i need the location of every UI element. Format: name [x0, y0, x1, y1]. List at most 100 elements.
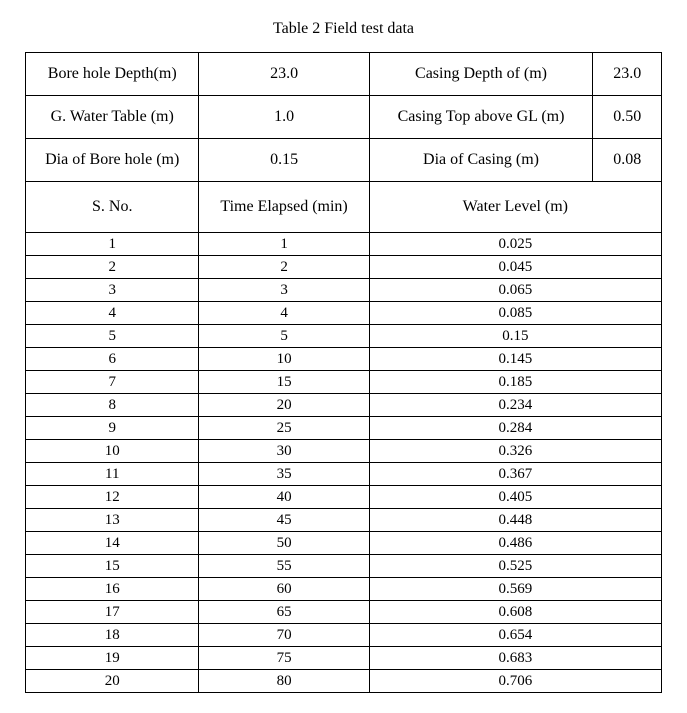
table-row: 9250.284	[26, 417, 662, 440]
cell-level: 0.234	[369, 394, 661, 417]
table-row: 550.15	[26, 325, 662, 348]
meta-label: Bore hole Depth(m)	[26, 53, 199, 96]
cell-sno: 4	[26, 302, 199, 325]
meta-label2: Dia of Casing (m)	[369, 139, 593, 182]
cell-time: 10	[199, 348, 369, 371]
cell-sno: 20	[26, 670, 199, 693]
table-row: 17650.608	[26, 601, 662, 624]
table-row: 110.025	[26, 233, 662, 256]
cell-level: 0.486	[369, 532, 661, 555]
cell-level: 0.15	[369, 325, 661, 348]
table-title: Table 2 Field test data	[25, 20, 662, 38]
cell-sno: 15	[26, 555, 199, 578]
cell-sno: 5	[26, 325, 199, 348]
cell-time: 3	[199, 279, 369, 302]
meta-label: Dia of Bore hole (m)	[26, 139, 199, 182]
table-row: 7150.185	[26, 371, 662, 394]
meta-label2: Casing Depth of (m)	[369, 53, 593, 96]
cell-level: 0.683	[369, 647, 661, 670]
cell-level: 0.065	[369, 279, 661, 302]
meta-row: Dia of Bore hole (m) 0.15 Dia of Casing …	[26, 139, 662, 182]
cell-time: 75	[199, 647, 369, 670]
table-row: 13450.448	[26, 509, 662, 532]
cell-level: 0.654	[369, 624, 661, 647]
meta-value2: 23.0	[593, 53, 662, 96]
column-header-row: S. No. Time Elapsed (min) Water Level (m…	[26, 182, 662, 233]
cell-sno: 19	[26, 647, 199, 670]
cell-sno: 14	[26, 532, 199, 555]
cell-sno: 8	[26, 394, 199, 417]
table-row: 12400.405	[26, 486, 662, 509]
cell-level: 0.448	[369, 509, 661, 532]
cell-time: 45	[199, 509, 369, 532]
cell-time: 80	[199, 670, 369, 693]
meta-value: 0.15	[199, 139, 369, 182]
cell-time: 70	[199, 624, 369, 647]
cell-sno: 12	[26, 486, 199, 509]
cell-time: 40	[199, 486, 369, 509]
cell-sno: 17	[26, 601, 199, 624]
cell-sno: 10	[26, 440, 199, 463]
field-test-table: Bore hole Depth(m) 23.0 Casing Depth of …	[25, 52, 662, 693]
meta-value2: 0.50	[593, 96, 662, 139]
table-row: 18700.654	[26, 624, 662, 647]
cell-sno: 9	[26, 417, 199, 440]
cell-level: 0.185	[369, 371, 661, 394]
cell-level: 0.405	[369, 486, 661, 509]
cell-time: 65	[199, 601, 369, 624]
cell-level: 0.525	[369, 555, 661, 578]
col-header-sno: S. No.	[26, 182, 199, 233]
table-row: 15550.525	[26, 555, 662, 578]
table-row: 8200.234	[26, 394, 662, 417]
cell-level: 0.045	[369, 256, 661, 279]
table-row: 20800.706	[26, 670, 662, 693]
cell-sno: 16	[26, 578, 199, 601]
cell-time: 50	[199, 532, 369, 555]
cell-level: 0.145	[369, 348, 661, 371]
cell-time: 25	[199, 417, 369, 440]
cell-level: 0.085	[369, 302, 661, 325]
table-row: 440.085	[26, 302, 662, 325]
cell-level: 0.569	[369, 578, 661, 601]
cell-level: 0.025	[369, 233, 661, 256]
cell-level: 0.284	[369, 417, 661, 440]
meta-row: Bore hole Depth(m) 23.0 Casing Depth of …	[26, 53, 662, 96]
meta-label: G. Water Table (m)	[26, 96, 199, 139]
meta-label2: Casing Top above GL (m)	[369, 96, 593, 139]
col-header-time: Time Elapsed (min)	[199, 182, 369, 233]
cell-sno: 3	[26, 279, 199, 302]
table-row: 220.045	[26, 256, 662, 279]
meta-row: G. Water Table (m) 1.0 Casing Top above …	[26, 96, 662, 139]
cell-sno: 13	[26, 509, 199, 532]
table-row: 330.065	[26, 279, 662, 302]
cell-time: 35	[199, 463, 369, 486]
cell-level: 0.706	[369, 670, 661, 693]
meta-value: 23.0	[199, 53, 369, 96]
table-row: 14500.486	[26, 532, 662, 555]
cell-time: 20	[199, 394, 369, 417]
cell-level: 0.326	[369, 440, 661, 463]
cell-time: 60	[199, 578, 369, 601]
cell-time: 30	[199, 440, 369, 463]
table-row: 11350.367	[26, 463, 662, 486]
cell-sno: 11	[26, 463, 199, 486]
cell-sno: 2	[26, 256, 199, 279]
meta-value: 1.0	[199, 96, 369, 139]
cell-level: 0.367	[369, 463, 661, 486]
table-row: 16600.569	[26, 578, 662, 601]
cell-time: 5	[199, 325, 369, 348]
cell-time: 15	[199, 371, 369, 394]
table-row: 10300.326	[26, 440, 662, 463]
table-row: 19750.683	[26, 647, 662, 670]
meta-value2: 0.08	[593, 139, 662, 182]
cell-sno: 1	[26, 233, 199, 256]
cell-level: 0.608	[369, 601, 661, 624]
cell-sno: 7	[26, 371, 199, 394]
col-header-level: Water Level (m)	[369, 182, 661, 233]
cell-sno: 6	[26, 348, 199, 371]
cell-time: 1	[199, 233, 369, 256]
cell-time: 55	[199, 555, 369, 578]
cell-time: 4	[199, 302, 369, 325]
cell-sno: 18	[26, 624, 199, 647]
cell-time: 2	[199, 256, 369, 279]
